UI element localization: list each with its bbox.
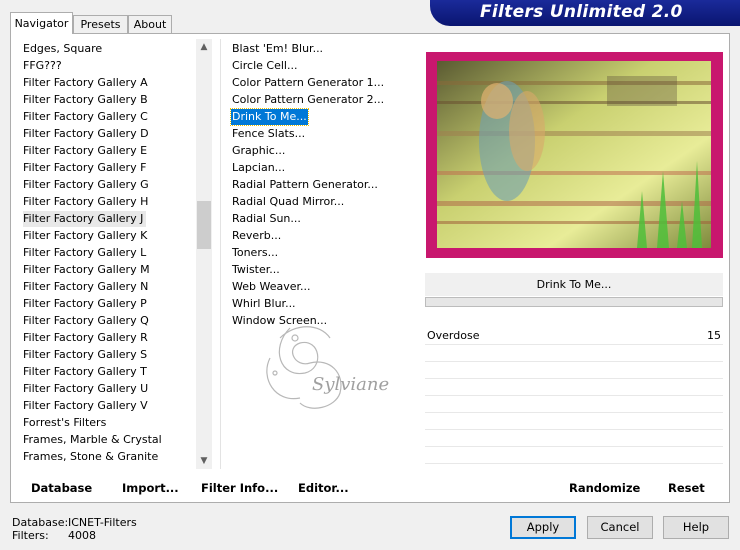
category-item[interactable]: Filter Factory Gallery N <box>23 279 148 295</box>
filter-info-button[interactable]: Filter Info... <box>201 481 278 495</box>
filter-item[interactable]: Web Weaver... <box>231 279 312 295</box>
status-area: Database:ICNET-Filters Filters: 4008 <box>12 516 137 542</box>
category-item[interactable]: Filter Factory Gallery U <box>23 381 148 397</box>
parameter-row-empty <box>425 345 723 362</box>
parameter-value[interactable]: 15 <box>707 329 721 342</box>
filter-item[interactable]: Lapcian... <box>231 160 286 176</box>
scroll-up-icon[interactable]: ▲ <box>196 39 212 55</box>
parameter-name: Overdose <box>427 329 480 342</box>
title-banner: Filters Unlimited 2.0 <box>430 0 740 26</box>
category-item[interactable]: Filter Factory Gallery L <box>23 245 146 261</box>
tab-navigator[interactable]: Navigator <box>10 12 73 34</box>
progress-bar <box>425 297 723 307</box>
filter-item[interactable]: Fence Slats... <box>231 126 306 142</box>
tab-about[interactable]: About <box>128 15 172 33</box>
apply-button[interactable]: Apply <box>510 516 576 539</box>
category-item[interactable]: Filter Factory Gallery S <box>23 347 147 363</box>
category-item[interactable]: Frames, Stone & Granite <box>23 449 158 465</box>
category-item[interactable]: Filter Factory Gallery C <box>23 109 148 125</box>
parameter-row-empty <box>425 447 723 464</box>
cancel-button[interactable]: Cancel <box>587 516 653 539</box>
filter-name-bar: Drink To Me... <box>425 273 723 297</box>
watermark-logo: Sylviane <box>266 326 389 409</box>
database-value: ICNET-Filters <box>68 516 137 529</box>
category-item[interactable]: Filter Factory Gallery E <box>23 143 147 159</box>
scroll-thumb[interactable] <box>197 201 211 249</box>
randomize-button[interactable]: Randomize <box>569 481 640 495</box>
svg-text:Sylviane: Sylviane <box>312 374 389 395</box>
filter-item[interactable]: Whirl Blur... <box>231 296 297 312</box>
category-item[interactable]: Filter Factory Gallery H <box>23 194 148 210</box>
parameter-row[interactable]: Overdose 15 <box>425 328 723 345</box>
category-item[interactable]: Filter Factory Gallery K <box>23 228 147 244</box>
filter-item[interactable]: Radial Pattern Generator... <box>231 177 379 193</box>
filters-count: 4008 <box>68 529 96 542</box>
filter-item[interactable]: Color Pattern Generator 2... <box>231 92 385 108</box>
action-row: Database Import... Filter Info... Editor… <box>11 473 729 501</box>
import-button[interactable]: Import... <box>122 481 179 495</box>
filter-item[interactable]: Color Pattern Generator 1... <box>231 75 385 91</box>
database-button[interactable]: Database <box>31 481 92 495</box>
category-item[interactable]: Filter Factory Gallery P <box>23 296 147 312</box>
tab-presets[interactable]: Presets <box>73 15 128 33</box>
filter-item[interactable]: Radial Sun... <box>231 211 302 227</box>
current-filter-name: Drink To Me... <box>536 278 612 291</box>
filter-item[interactable]: Radial Quad Mirror... <box>231 194 345 210</box>
category-item[interactable]: Filter Factory Gallery A <box>23 75 148 91</box>
category-item[interactable]: Filter Factory Gallery D <box>23 126 149 142</box>
category-item[interactable]: Filter Factory Gallery R <box>23 330 148 346</box>
reset-button[interactable]: Reset <box>668 481 705 495</box>
database-label: Database: <box>12 516 69 529</box>
category-item[interactable]: Filter Factory Gallery B <box>23 92 148 108</box>
preview-image[interactable] <box>437 61 711 248</box>
scroll-down-icon[interactable]: ▼ <box>196 453 212 469</box>
editor-button[interactable]: Editor... <box>298 481 349 495</box>
filter-item[interactable]: Toners... <box>231 245 279 261</box>
filter-item[interactable]: Blast 'Em! Blur... <box>231 41 324 57</box>
parameter-row-empty <box>425 430 723 447</box>
filter-item[interactable]: Graphic... <box>231 143 286 159</box>
category-item[interactable]: Filter Factory Gallery G <box>23 177 149 193</box>
help-button[interactable]: Help <box>663 516 729 539</box>
category-item[interactable]: Forrest's Filters <box>23 415 106 431</box>
category-item[interactable]: Filter Factory Gallery T <box>23 364 147 380</box>
parameter-row-empty <box>425 379 723 396</box>
category-item[interactable]: FFG??? <box>23 58 62 74</box>
category-item[interactable]: Filter Factory Gallery V <box>23 398 148 414</box>
filter-item[interactable]: Reverb... <box>231 228 282 244</box>
filter-item[interactable]: Drink To Me... <box>230 108 309 126</box>
category-item[interactable]: Filter Factory Gallery J <box>23 211 147 227</box>
filter-item[interactable]: Twister... <box>231 262 281 278</box>
parameter-row-empty <box>425 362 723 379</box>
banner-title: Filters Unlimited 2.0 <box>480 2 683 22</box>
category-item[interactable]: Filter Factory Gallery Q <box>23 313 149 329</box>
parameter-row-empty <box>425 413 723 430</box>
category-item[interactable]: Filter Factory Gallery F <box>23 160 146 176</box>
category-item[interactable]: Edges, Square <box>23 41 102 57</box>
category-item[interactable]: Frames, Marble & Crystal <box>23 432 162 448</box>
preview-artwork <box>437 61 711 248</box>
category-list[interactable]: Edges, Square FFG??? Filter Factory Galler… <box>17 39 195 469</box>
category-scrollbar[interactable]: ▲ ▼ <box>196 39 212 469</box>
filter-item[interactable]: Circle Cell... <box>231 58 298 74</box>
parameter-row-empty <box>425 396 723 413</box>
category-item[interactable]: Filter Factory Gallery M <box>23 262 150 278</box>
filters-label: Filters: <box>12 529 49 542</box>
